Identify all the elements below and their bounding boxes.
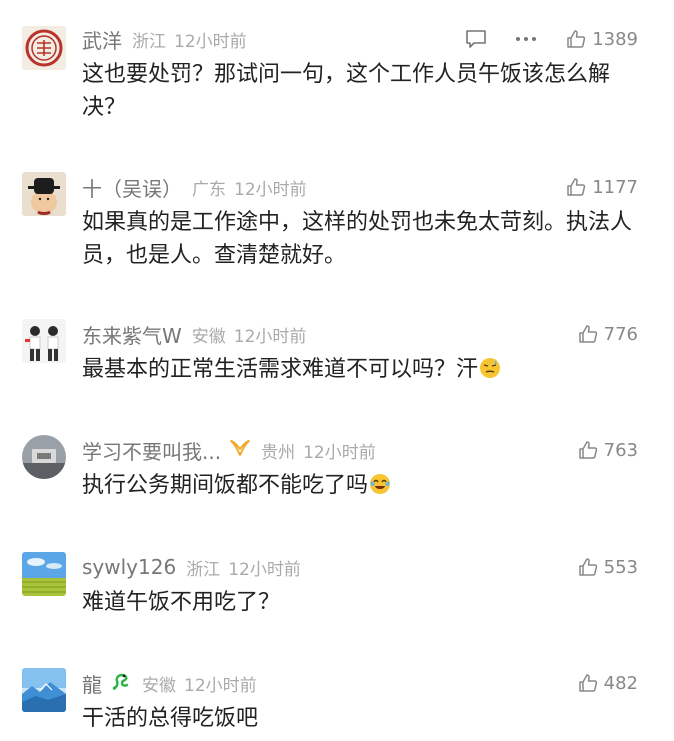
like-button[interactable]: 1389	[566, 22, 638, 56]
comment-text-content: 最基本的正常生活需求难道不可以吗？汗	[82, 357, 479, 382]
timestamp: 12小时前	[233, 326, 307, 347]
like-count: 553	[603, 556, 638, 578]
username[interactable]: 龍	[82, 669, 102, 698]
timestamp: 12小时前	[228, 559, 301, 580]
comment-text: 这也要处罚？那试问一句，这个工作人员午饭该怎么解决？	[82, 62, 611, 120]
timestamp: 12小时前	[174, 31, 247, 52]
sweat-emoji-icon	[480, 358, 501, 378]
more-dots-icon[interactable]	[512, 25, 540, 53]
username[interactable]: 学习不要叫我...	[82, 436, 221, 465]
comment-text: 难道午饭不用吃了？	[82, 590, 281, 615]
like-button[interactable]: 776	[578, 317, 638, 351]
location: 安徽	[191, 326, 226, 347]
dragon-badge-icon	[110, 670, 132, 696]
comment-text-content: 执行公务期间饭都不能吃了吗	[82, 473, 369, 498]
location: 贵州	[261, 442, 296, 463]
vip-badge-icon	[229, 439, 251, 461]
timestamp: 12小时前	[234, 179, 307, 200]
timestamp: 12小时前	[303, 442, 376, 463]
thumbs-up-icon	[578, 674, 597, 692]
location: 浙江	[186, 559, 221, 580]
avatar[interactable]	[22, 435, 66, 479]
thumbs-up-icon	[578, 441, 597, 459]
avatar[interactable]	[22, 26, 66, 70]
username[interactable]: sywly126	[82, 555, 176, 579]
like-button[interactable]: 553	[578, 550, 638, 584]
like-button[interactable]: 482	[578, 666, 638, 700]
username[interactable]: 东来紫气W	[82, 320, 182, 349]
like-button[interactable]: 763	[578, 433, 638, 467]
location: 广东	[192, 179, 226, 200]
comment-text: 如果真的是工作途中，这样的处罚也未免太苛刻。执法人员，也是人。查清楚就好。	[82, 210, 633, 268]
comment-bubble-icon[interactable]	[462, 25, 490, 53]
like-count: 763	[603, 439, 638, 461]
comment-text: 执行公务期间饭都不能吃了吗	[82, 469, 642, 502]
like-count: 1389	[592, 28, 638, 50]
username[interactable]: 十（吴误）	[82, 173, 182, 202]
like-button[interactable]: 1177	[566, 170, 638, 204]
like-count: 482	[603, 672, 638, 694]
thumbs-up-icon	[578, 325, 597, 343]
avatar[interactable]	[22, 319, 66, 363]
avatar[interactable]	[22, 668, 66, 712]
thumbs-up-icon	[567, 178, 586, 196]
avatar[interactable]	[22, 172, 66, 216]
location: 安徽	[142, 675, 176, 696]
like-count: 1177	[592, 176, 638, 198]
thumbs-up-icon	[578, 558, 597, 576]
like-count: 776	[603, 323, 638, 345]
thumbs-up-icon	[567, 30, 586, 48]
timestamp: 12小时前	[184, 675, 257, 696]
username[interactable]: 武洋	[82, 25, 122, 54]
laugh-cry-emoji-icon	[370, 474, 391, 494]
comment-text: 最基本的正常生活需求难道不可以吗？汗	[82, 353, 642, 386]
comment-text: 干活的总得吃饭吧	[82, 706, 259, 731]
avatar[interactable]	[22, 552, 66, 596]
location: 浙江	[132, 31, 166, 52]
